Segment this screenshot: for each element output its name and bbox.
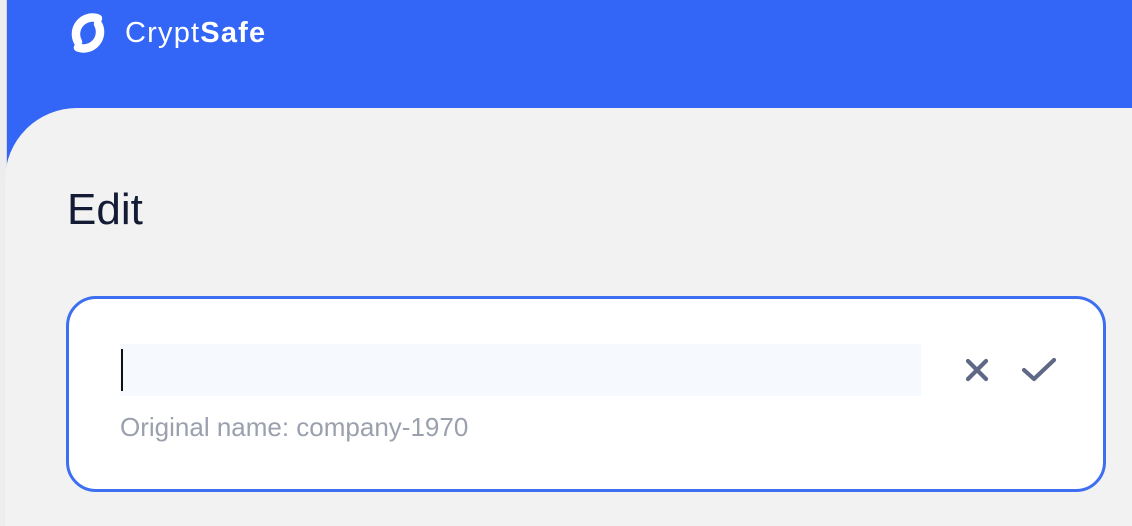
name-input[interactable]	[120, 344, 921, 396]
close-icon	[965, 358, 989, 382]
brand-logo[interactable]: CryptSafe	[64, 6, 266, 60]
text-caret	[121, 349, 123, 391]
brand-name: CryptSafe	[125, 16, 267, 49]
confirm-button[interactable]	[1018, 349, 1060, 391]
rename-card: Original name: company-1970	[66, 296, 1106, 492]
cancel-button[interactable]	[956, 349, 998, 391]
brand-name-bold: Safe	[200, 16, 267, 49]
check-icon	[1021, 357, 1057, 382]
app-header: CryptSafe	[0, 0, 1132, 108]
brand-name-light: Crypt	[125, 16, 201, 49]
cryptsafe-logo-icon	[71, 13, 105, 53]
page-title: Edit	[67, 185, 143, 234]
original-name-hint: Original name: company-1970	[120, 412, 469, 442]
